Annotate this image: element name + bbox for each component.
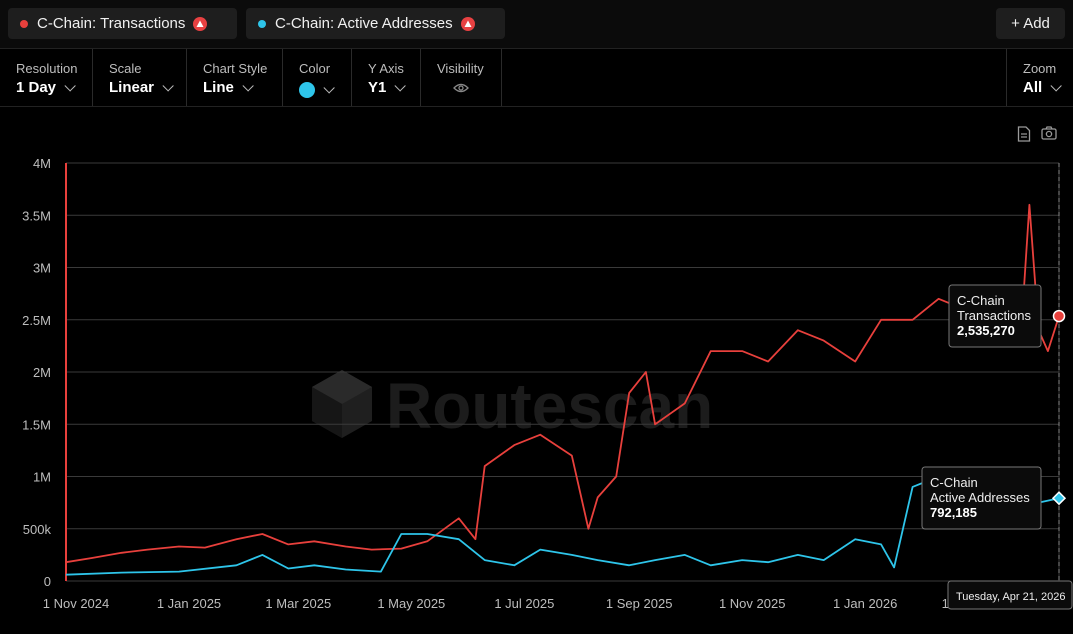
tooltip-series-line1: C-Chain — [930, 475, 978, 490]
x-tick-label: 1 Jan 2025 — [157, 596, 221, 611]
color-label: Color — [299, 61, 331, 76]
series-tab-transactions[interactable]: C-Chain: Transactions — [8, 8, 237, 39]
resolution-dropdown[interactable]: Resolution 1 Day — [0, 49, 93, 106]
y-tick-label: 3.5M — [22, 208, 51, 223]
active-addresses-point-marker — [1051, 491, 1067, 506]
chevron-down-icon — [323, 82, 335, 94]
x-tick-label: 1 Mar 2025 — [265, 596, 331, 611]
series-color-dot — [258, 19, 266, 28]
y-axis-label: Y Axis — [368, 61, 404, 76]
color-swatch — [299, 82, 315, 98]
tooltip-active-addresses: C-Chain Active Addresses 792,185 — [921, 466, 1042, 530]
zoom-dropdown[interactable]: Zoom All — [1006, 49, 1073, 106]
chevron-down-icon — [162, 79, 174, 92]
chart-grid — [65, 162, 1060, 582]
resolution-value: 1 Day — [16, 79, 57, 96]
crosshair-date: Tuesday, Apr 21, 2026 — [956, 591, 1065, 603]
visibility-label: Visibility — [437, 61, 484, 76]
x-tick-label: 1 Nov 2024 — [43, 596, 110, 611]
chevron-down-icon — [64, 79, 76, 92]
chart-lines — [65, 203, 1060, 576]
x-tick-label: 1 Sep 2025 — [606, 596, 673, 611]
scale-label: Scale — [109, 61, 142, 76]
series-tab-active-addresses[interactable]: C-Chain: Active Addresses — [246, 8, 505, 39]
chevron-down-icon — [1050, 79, 1062, 92]
chart-controls: Resolution 1 Day Scale Linear Chart Styl… — [0, 49, 1073, 107]
x-tick-label: 1 May 2025 — [377, 596, 445, 611]
y-tick-label: 3M — [33, 261, 51, 276]
avalanche-icon — [460, 16, 475, 31]
y-tick-label: 2.5M — [22, 313, 51, 328]
chart-style-dropdown[interactable]: Chart Style Line — [187, 49, 283, 106]
transactions-point-marker — [1052, 309, 1066, 323]
series-tab-label: C-Chain: Active Addresses — [275, 15, 453, 32]
series-color-dot — [20, 19, 28, 28]
tooltip-series-line2: Active Addresses — [930, 490, 1030, 505]
resolution-label: Resolution — [16, 61, 78, 76]
tooltip-value: 2,535,270 — [957, 323, 1015, 338]
chart-style-value: Line — [203, 79, 234, 96]
zoom-value: All — [1023, 79, 1043, 96]
tooltip-transactions: C-Chain Transactions 2,535,270 — [948, 284, 1042, 348]
routescan-logo — [312, 370, 372, 438]
y-axis-dropdown[interactable]: Y Axis Y1 — [352, 49, 421, 106]
scale-value: Linear — [109, 79, 155, 96]
y-tick-label: 4M — [33, 156, 51, 171]
y-tick-label: 2M — [33, 365, 51, 380]
visibility-toggle[interactable]: Visibility — [421, 49, 502, 106]
y-tick-label: 500k — [23, 522, 52, 537]
watermark-text: Routescan — [386, 370, 713, 442]
scale-dropdown[interactable]: Scale Linear — [93, 49, 187, 106]
y-tick-label: 1M — [33, 470, 51, 485]
tooltip-value: 792,185 — [930, 505, 977, 520]
eye-icon — [453, 82, 469, 94]
x-tick-label: 1 Nov 2025 — [719, 596, 786, 611]
tooltip-series-line1: C-Chain — [957, 293, 1005, 308]
x-tick-label: 1 Mar 2026 — [942, 596, 1008, 611]
crosshair-date-label: Tuesday, Apr 21, 2026 — [947, 580, 1073, 610]
chart-markers — [1051, 163, 1067, 581]
x-tick-label: 1 Jan 2026 — [833, 596, 897, 611]
transactions-line — [65, 203, 1060, 564]
series-toolbar: C-Chain: Transactions C-Chain: Active Ad… — [0, 0, 1073, 49]
series-tab-label: C-Chain: Transactions — [37, 15, 186, 32]
camera-icon[interactable] — [1041, 126, 1057, 145]
add-series-button[interactable]: + Add — [996, 8, 1065, 39]
x-axis: 1 Nov 2024 1 Jan 2025 1 Mar 2025 1 May 2025… — [43, 596, 1008, 611]
active-addresses-line — [65, 475, 1060, 576]
avalanche-icon — [193, 16, 208, 31]
y-tick-label: 1.5M — [22, 417, 51, 432]
color-dropdown[interactable]: Color — [283, 49, 352, 106]
y-axis-value: Y1 — [368, 79, 387, 96]
tooltip-series-line2: Transactions — [957, 308, 1031, 323]
chart-style-label: Chart Style — [203, 61, 268, 76]
watermark: Routescan — [312, 370, 713, 442]
chevron-down-icon — [242, 79, 254, 92]
y-axis: 0 500k 1M 1.5M 2M 2.5M 3M 3.5M 4M — [22, 156, 51, 589]
y-tick-label: 0 — [44, 574, 51, 589]
zoom-label: Zoom — [1023, 61, 1057, 76]
x-tick-label: 1 Jul 2025 — [494, 596, 554, 611]
chevron-down-icon — [394, 79, 407, 92]
document-icon[interactable] — [1017, 126, 1031, 147]
